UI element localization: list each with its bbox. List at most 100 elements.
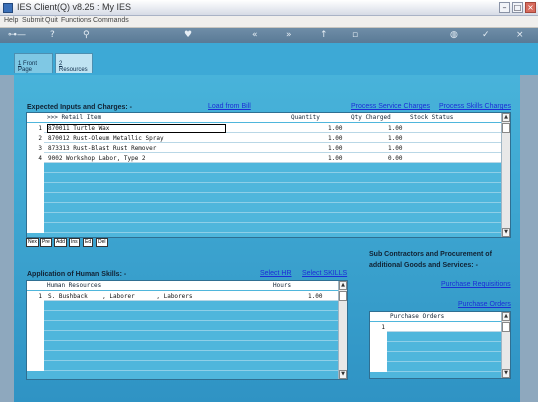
- empty-row[interactable]: [370, 362, 502, 372]
- human-resource-cell[interactable]: S. Bushback , Laborer , Laborers: [48, 293, 193, 300]
- table-row[interactable]: 2 870012 Rust-Oleum Metallic Spray 1.00 …: [27, 133, 502, 143]
- scroll-up-arrow-icon[interactable]: ▲: [339, 281, 347, 290]
- col-hours: Hours: [273, 282, 292, 289]
- key-icon[interactable]: ⊶—: [8, 30, 30, 41]
- quantity-cell[interactable]: 1.00: [328, 145, 342, 152]
- skills-grid-scrollbar[interactable]: ▲ ▼: [338, 281, 347, 379]
- close-icon[interactable]: ×: [516, 30, 524, 41]
- menu-quit[interactable]: Quit: [45, 17, 58, 24]
- delete-button[interactable]: Del: [96, 238, 108, 247]
- empty-row[interactable]: [27, 311, 339, 321]
- scroll-down-arrow-icon[interactable]: ▼: [339, 370, 347, 379]
- quantity-cell[interactable]: 1.00: [328, 125, 342, 132]
- col-quantity: Quantity: [291, 114, 320, 121]
- select-skills-link[interactable]: Select SKILLS: [302, 270, 347, 277]
- retail-item-cell[interactable]: 870011 Turtle Wax: [46, 124, 227, 133]
- page-icon[interactable]: ▫: [352, 30, 358, 41]
- back-icon[interactable]: «: [252, 30, 258, 41]
- minimize-button[interactable]: –: [499, 2, 510, 13]
- scroll-up-arrow-icon[interactable]: ▲: [502, 113, 510, 122]
- expected-grid-header: >>> Retail Item Quantity Qty Charged Sto…: [27, 113, 502, 122]
- empty-row[interactable]: [27, 203, 502, 213]
- purchase-requisitions-link[interactable]: Purchase Requisitions: [441, 281, 511, 288]
- scroll-thumb[interactable]: [502, 123, 510, 133]
- empty-row[interactable]: [27, 173, 502, 183]
- empty-row[interactable]: [370, 332, 502, 342]
- empty-row[interactable]: [27, 193, 502, 203]
- retail-item-cell[interactable]: 873313 Rust-Blast Rust Remover: [48, 145, 156, 152]
- process-skills-charges-link[interactable]: Process Skills Charges: [439, 103, 511, 110]
- tab-resources[interactable]: 2 Resources: [55, 53, 93, 73]
- row-number: 1: [38, 125, 42, 132]
- forward-icon[interactable]: »: [286, 30, 292, 41]
- search-icon[interactable]: ⚲: [83, 30, 90, 41]
- col-purchase-orders: Purchase Orders: [390, 313, 445, 320]
- grid-nav-bar: Nex Pre Add Ins Ed Del: [26, 238, 146, 248]
- empty-row[interactable]: [27, 223, 502, 233]
- insert-button[interactable]: Ins: [69, 238, 80, 247]
- table-row[interactable]: 1 S. Bushback , Laborer , Laborers 1.00: [27, 291, 339, 301]
- scroll-thumb[interactable]: [339, 291, 347, 301]
- empty-row[interactable]: [27, 183, 502, 193]
- expected-grid-scrollbar[interactable]: ▲ ▼: [501, 113, 510, 237]
- qty-charged-cell[interactable]: 1.00: [388, 145, 402, 152]
- hours-cell[interactable]: 1.00: [308, 293, 322, 300]
- scroll-up-arrow-icon[interactable]: ▲: [502, 312, 510, 321]
- row-number: 4: [38, 155, 42, 162]
- scroll-thumb[interactable]: [502, 322, 510, 332]
- subcontract-label-line1: Sub Contractors and Procurement of: [369, 251, 492, 258]
- resources-panel: Expected Inputs and Charges: - Load from…: [14, 75, 520, 402]
- menu-functions[interactable]: Functions: [61, 17, 91, 24]
- subcontract-label-line2: additional Goods and Services: -: [369, 262, 478, 269]
- empty-row[interactable]: [370, 342, 502, 352]
- empty-row[interactable]: [27, 321, 339, 331]
- empty-row[interactable]: [27, 361, 339, 371]
- maximize-button[interactable]: □: [512, 2, 523, 13]
- process-service-charges-link[interactable]: Process Service Charges: [351, 103, 430, 110]
- po-grid-scrollbar[interactable]: ▲ ▼: [501, 312, 510, 378]
- check-icon[interactable]: ✓: [482, 30, 490, 41]
- table-row[interactable]: 4 9002 Workshop Labor, Type 2 1.00 0.00: [27, 153, 502, 163]
- load-from-bill-link[interactable]: Load from Bill: [208, 103, 251, 110]
- menu-commands[interactable]: Commands: [93, 17, 129, 24]
- po-grid-header: Purchase Orders: [370, 312, 502, 321]
- globe-icon[interactable]: ◍: [450, 30, 458, 41]
- retail-item-cell[interactable]: 9002 Workshop Labor, Type 2: [48, 155, 146, 162]
- quantity-cell[interactable]: 1.00: [328, 155, 342, 162]
- menu-submit[interactable]: Submit: [22, 17, 44, 24]
- select-hr-link[interactable]: Select HR: [260, 270, 292, 277]
- empty-row[interactable]: [27, 213, 502, 223]
- close-window-button[interactable]: ×: [525, 2, 536, 13]
- previous-button[interactable]: Pre: [40, 238, 52, 247]
- help-icon[interactable]: ?: [50, 30, 55, 41]
- empty-row[interactable]: [27, 331, 339, 341]
- col-human-resources: Human Resources: [47, 282, 102, 289]
- tab-resources-label: Resources: [59, 67, 88, 73]
- toolbar: ⊶— ? ⚲ ♥ « » ↑ ▫ ◍ ✓ ×: [0, 28, 538, 43]
- table-row[interactable]: 3 873313 Rust-Blast Rust Remover 1.00 1.…: [27, 143, 502, 153]
- table-row[interactable]: 1: [370, 322, 502, 332]
- qty-charged-cell[interactable]: 1.00: [388, 135, 402, 142]
- purchase-orders-link[interactable]: Purchase Orders: [458, 301, 511, 308]
- table-row[interactable]: 1 870011 Turtle Wax 1.00 1.00: [27, 123, 502, 133]
- next-button[interactable]: Nex: [26, 238, 39, 247]
- empty-row[interactable]: [370, 352, 502, 362]
- empty-row[interactable]: [27, 341, 339, 351]
- empty-row[interactable]: [27, 301, 339, 311]
- tab-front-page[interactable]: 1 Front Page: [14, 53, 53, 73]
- empty-row[interactable]: [27, 163, 502, 173]
- add-button[interactable]: Add: [54, 238, 67, 247]
- qty-charged-cell[interactable]: 0.00: [388, 155, 402, 162]
- heart-icon[interactable]: ♥: [184, 30, 192, 41]
- qty-charged-cell[interactable]: 1.00: [388, 125, 402, 132]
- row-number: 1: [381, 324, 385, 331]
- empty-row[interactable]: [27, 351, 339, 361]
- up-icon[interactable]: ↑: [320, 30, 328, 41]
- scroll-down-arrow-icon[interactable]: ▼: [502, 228, 510, 237]
- quantity-cell[interactable]: 1.00: [328, 135, 342, 142]
- row-number: 2: [38, 135, 42, 142]
- edit-button[interactable]: Ed: [83, 238, 94, 247]
- retail-item-cell[interactable]: 870012 Rust-Oleum Metallic Spray: [48, 135, 164, 142]
- menu-help[interactable]: Help: [4, 17, 18, 24]
- scroll-down-arrow-icon[interactable]: ▼: [502, 369, 510, 378]
